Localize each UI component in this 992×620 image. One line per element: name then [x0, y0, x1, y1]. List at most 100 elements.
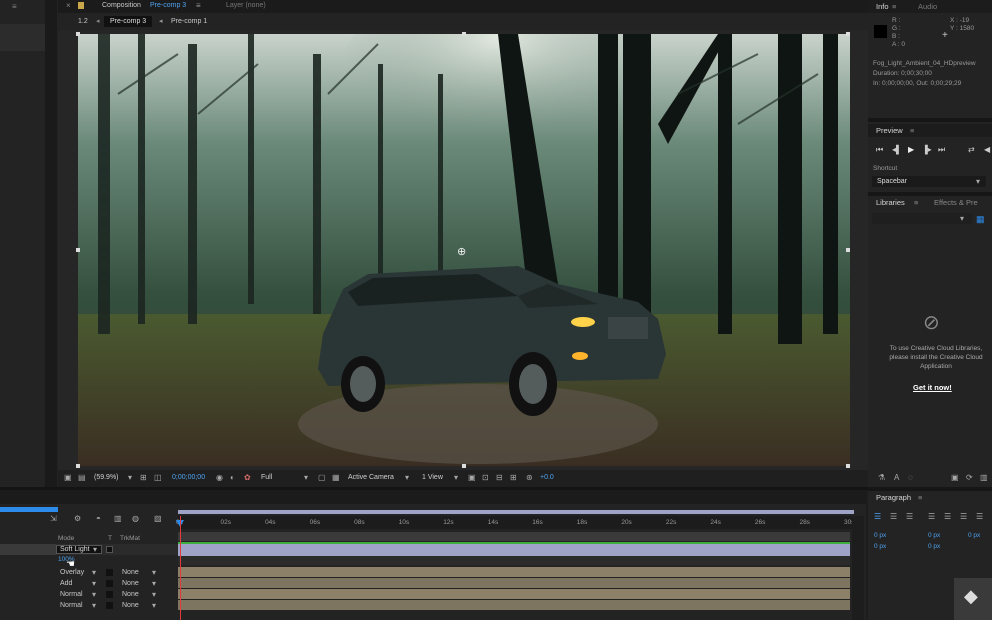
justify-left-icon[interactable]: ☰ — [928, 512, 935, 522]
preserve-transparency-checkbox[interactable] — [106, 546, 113, 553]
playhead-line[interactable] — [180, 516, 181, 620]
trkmat-dropdown[interactable]: None — [122, 602, 139, 609]
layer-row[interactable]: Normal ▾ None ▾ — [0, 589, 180, 600]
frame-blending-icon[interactable]: ▥ — [114, 514, 122, 524]
loop-icon[interactable]: ⇄ — [968, 145, 975, 155]
layer-bar[interactable] — [178, 589, 850, 599]
chevron-down-icon[interactable]: ▾ — [128, 473, 132, 483]
justify-all-icon[interactable]: ☰ — [976, 512, 983, 522]
layer-bar[interactable] — [178, 532, 850, 541]
layer-bar-selected[interactable] — [178, 544, 850, 556]
transparency-grid-icon[interactable]: ▦ — [332, 473, 340, 483]
mode-dropdown[interactable]: Add — [60, 580, 72, 587]
play-icon[interactable]: ▶ — [908, 145, 914, 155]
chevron-down-icon[interactable]: ▾ — [405, 473, 409, 483]
preserve-transparency-checkbox[interactable] — [106, 580, 113, 587]
next-frame-icon[interactable]: ▐▸ — [922, 145, 932, 155]
trkmat-dropdown[interactable]: None — [122, 591, 139, 598]
get-it-now-link[interactable]: Get it now! — [913, 383, 952, 392]
layer-bar[interactable] — [178, 578, 850, 588]
panel-menu-icon[interactable]: ≡ — [892, 0, 896, 13]
arrow-left-icon[interactable]: ◂ — [159, 16, 163, 27]
transform-handle[interactable] — [846, 248, 850, 252]
align-center-icon[interactable]: ☰ — [890, 512, 897, 522]
work-area-bar[interactable] — [178, 510, 854, 514]
preserve-transparency-checkbox[interactable] — [106, 591, 113, 598]
exposure-value[interactable]: +0.0 — [540, 474, 554, 481]
trash-icon[interactable]: ▥ — [980, 473, 988, 483]
stock-icon[interactable]: ▣ — [951, 473, 959, 483]
draft-3d-icon[interactable]: ⚙ — [74, 514, 81, 524]
transform-handle[interactable] — [76, 32, 80, 36]
comp-mini-flowchart-icon[interactable]: ⇲ — [50, 514, 57, 524]
mask-icon[interactable]: ◫ — [154, 473, 162, 483]
justify-right-icon[interactable]: ☰ — [960, 512, 967, 522]
camera-dropdown[interactable]: Active Camera — [348, 474, 394, 481]
indent-left-value[interactable]: 0 px — [874, 532, 886, 539]
shortcut-dropdown[interactable]: Spacebar ▾ — [872, 176, 986, 187]
info-tab[interactable]: Info — [876, 2, 889, 11]
chevron-down-icon[interactable]: ▾ — [454, 473, 458, 483]
align-left-icon[interactable]: ☰ — [874, 512, 881, 522]
first-frame-icon[interactable]: ⏮ — [876, 145, 883, 155]
last-frame-icon[interactable]: ⏭ — [938, 145, 945, 155]
trkmat-dropdown[interactable]: None — [122, 569, 139, 576]
transform-handle[interactable] — [846, 32, 850, 36]
audio-tab[interactable]: Audio — [918, 0, 937, 13]
panel-menu-icon[interactable]: ≡ — [910, 124, 914, 137]
preserve-transparency-checkbox[interactable] — [106, 602, 113, 609]
flowchart-icon[interactable]: ⊞ — [510, 473, 517, 483]
menu-icon[interactable]: ≡ — [12, 2, 17, 11]
chevron-down-icon[interactable]: ▾ — [152, 601, 156, 611]
tab-pre-comp-1[interactable]: Pre-comp 1 — [171, 16, 207, 27]
magnification-dropdown[interactable]: (59.9%) — [94, 474, 119, 481]
add-graphic-icon[interactable]: ⚗ — [878, 473, 885, 483]
trkmat-dropdown[interactable]: None — [122, 580, 139, 587]
layer-bar[interactable] — [178, 600, 850, 610]
mode-dropdown[interactable]: Overlay — [60, 569, 84, 576]
shy-layers-icon[interactable]: ◓ — [96, 514, 101, 524]
chevron-down-icon[interactable]: ▾ — [92, 568, 96, 578]
space-before-value[interactable]: 0 px — [928, 532, 940, 539]
align-right-icon[interactable]: ☰ — [906, 512, 913, 522]
grid-view-icon[interactable]: ▦ — [976, 214, 985, 225]
timeline-scrollbar[interactable] — [852, 516, 864, 620]
grid-toggle-icon[interactable]: ⊞ — [140, 473, 147, 483]
transform-handle[interactable] — [462, 32, 466, 36]
arrow-left-icon[interactable]: ◂ — [96, 16, 100, 27]
anchor-point-icon[interactable]: ⊕ — [457, 245, 466, 258]
reset-exposure-icon[interactable]: ⊛ — [526, 473, 533, 483]
tab-pre-comp-3[interactable]: Pre-comp 3 — [104, 16, 153, 27]
region-of-interest-icon[interactable]: ▢ — [318, 473, 326, 483]
layer-row[interactable]: Normal ▾ None ▾ — [0, 600, 180, 611]
layer-name-cell[interactable] — [0, 544, 56, 555]
layer-panel-tab[interactable]: Layer (none) — [226, 2, 266, 9]
first-line-indent-value[interactable]: 0 px — [874, 543, 886, 550]
previous-frame-icon[interactable]: ◂▌ — [892, 145, 902, 155]
transform-handle[interactable] — [462, 464, 466, 468]
grid-icon[interactable]: ▤ — [78, 473, 86, 483]
lock-icon[interactable] — [78, 2, 84, 9]
layer-bar[interactable] — [178, 567, 850, 577]
layer-row[interactable]: Add ▾ None ▾ — [0, 578, 180, 589]
audio-icon[interactable]: ◀ — [984, 145, 990, 155]
panel-menu-icon[interactable]: ≡ — [918, 491, 922, 504]
chevron-down-icon[interactable]: ▾ — [92, 590, 96, 600]
color-channels-icon[interactable]: ✿ — [244, 473, 251, 483]
chevron-down-icon[interactable]: ▾ — [960, 214, 964, 224]
preview-tab[interactable]: Preview — [876, 126, 903, 135]
chevron-down-icon[interactable]: ▾ — [152, 590, 156, 600]
toggle-pixel-aspect-icon[interactable]: ▣ — [468, 473, 476, 483]
add-text-icon[interactable]: A — [894, 473, 899, 483]
time-ruler[interactable] — [178, 516, 854, 529]
paragraph-tab[interactable]: Paragraph — [876, 493, 911, 502]
current-time[interactable]: 0;00;00;00 — [172, 474, 205, 481]
add-color-icon[interactable]: ◌ — [908, 473, 913, 483]
transform-handle[interactable] — [846, 464, 850, 468]
effects-presets-tab[interactable]: Effects & Pre — [934, 196, 978, 209]
preserve-transparency-checkbox[interactable] — [106, 569, 113, 576]
resolution-dropdown[interactable]: Full — [261, 474, 272, 481]
transform-handle[interactable] — [76, 248, 80, 252]
justify-center-icon[interactable]: ☰ — [944, 512, 951, 522]
graph-editor-icon[interactable]: ▨ — [154, 514, 162, 524]
